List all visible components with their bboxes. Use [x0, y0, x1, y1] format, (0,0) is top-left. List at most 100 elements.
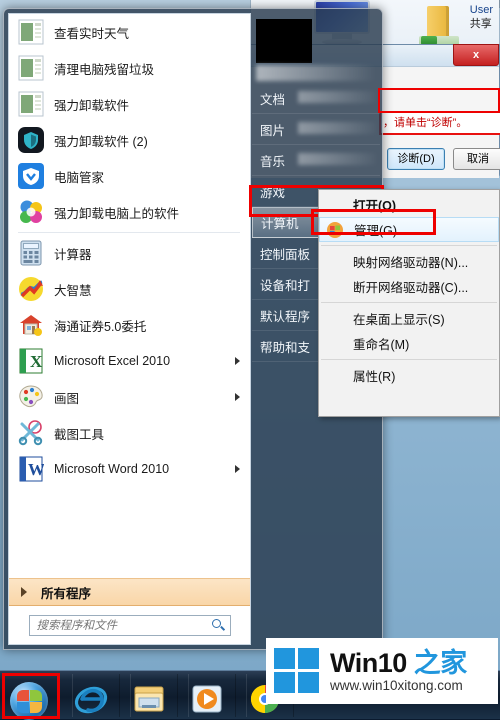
chevron-right-icon: [235, 357, 240, 365]
divider: [18, 232, 240, 233]
all-programs-button[interactable]: 所有程序: [9, 578, 250, 606]
program-item-label: 清理电脑残留垃圾: [54, 62, 155, 77]
program-item[interactable]: 画图: [9, 379, 250, 415]
user-name-blurred: [256, 65, 376, 81]
pc-manager-icon: [18, 163, 44, 189]
desktop-background: User 共享 x ，请单击“诊断”。 诊断(D) 取消 查看实时天气 清理电脑残…: [0, 0, 500, 719]
paint-palette-icon: [18, 384, 44, 410]
window-tile-icon: [18, 55, 44, 81]
places-item-label: 文档: [260, 92, 286, 107]
program-item[interactable]: W Microsoft Word 2010: [9, 451, 250, 487]
places-item-label: 音乐: [260, 154, 286, 169]
program-item[interactable]: 清理电脑残留垃圾: [9, 50, 250, 86]
aliwangwang-icon: [18, 492, 44, 496]
window-tile-icon: [18, 19, 44, 45]
stock-arrow-icon: [18, 276, 44, 302]
program-item-label: 大智慧: [54, 283, 92, 298]
places-item[interactable]: 音乐: [252, 145, 380, 176]
program-list[interactable]: 查看实时天气清理电脑残留垃圾 强力卸载软件强力卸载软件 (2) 电脑管家强力卸载电脑…: [9, 14, 250, 496]
search-input[interactable]: [34, 616, 205, 635]
window-tile-icon: [18, 91, 44, 117]
taskbar-item-explorer[interactable]: [130, 674, 178, 717]
svg-text:X: X: [30, 352, 43, 371]
watermark-url: www.win10xitong.com: [330, 678, 463, 693]
house-icon: [18, 312, 44, 338]
places-item[interactable]: 图片: [252, 114, 380, 145]
program-item-label: 强力卸载电脑上的软件: [54, 206, 180, 221]
taskbar-item-wmp[interactable]: [188, 674, 236, 717]
menu-divider: [321, 245, 497, 246]
program-item[interactable]: 阿里旺旺2014: [9, 487, 250, 496]
colorful-petals-icon: [18, 199, 44, 225]
start-button[interactable]: [0, 676, 54, 720]
program-item[interactable]: 大智慧: [9, 271, 250, 307]
places-item-label: 图片: [260, 123, 286, 138]
search-icon: [211, 618, 225, 631]
context-menu-item[interactable]: 重命名(M): [319, 331, 499, 356]
context-menu-item-label: 在桌面上显示(S): [353, 313, 445, 327]
windows-logo-icon: [274, 648, 320, 694]
program-item-label: 强力卸载软件 (2): [54, 134, 148, 149]
svg-text:W: W: [28, 460, 44, 479]
places-item-label: 计算机: [261, 217, 299, 231]
context-menu-item[interactable]: 打开(O): [319, 192, 499, 217]
close-icon[interactable]: x: [453, 44, 499, 66]
windows-orb-icon: [10, 682, 48, 720]
places-item-label: 游戏: [260, 185, 286, 200]
cancel-button[interactable]: 取消: [453, 148, 500, 170]
places-item-label: 帮助和支: [260, 340, 311, 355]
program-item-label: 海通证券5.0委托: [54, 319, 147, 334]
program-item[interactable]: 强力卸载软件 (2): [9, 122, 250, 158]
search-area: [9, 606, 250, 644]
diagnose-button[interactable]: 诊断(D): [387, 148, 445, 170]
context-menu-item-label: 管理(G): [354, 224, 398, 238]
windows-media-player-icon: [192, 685, 222, 713]
taskbar-item-ie[interactable]: [72, 674, 120, 717]
context-menu-item-label: 打开(O): [353, 199, 397, 213]
word-icon: W: [18, 456, 45, 482]
program-item[interactable]: 电脑管家: [9, 158, 250, 194]
chevron-right-icon: [21, 587, 27, 597]
windows-explorer-icon: [134, 686, 164, 712]
program-item-label: 截图工具: [54, 427, 105, 442]
search-box[interactable]: [28, 614, 231, 636]
calculator-icon: [18, 240, 44, 266]
context-menu-item-label: 映射网络驱动器(N)...: [353, 256, 469, 270]
chevron-right-icon: [235, 465, 240, 473]
program-item[interactable]: 强力卸载电脑上的软件: [9, 194, 250, 230]
background-window-labels: User 共享: [470, 4, 493, 31]
context-menu-item[interactable]: 断开网络驱动器(C)...: [319, 274, 499, 299]
computer-context-menu[interactable]: 打开(O) 管理(G) 映射网络驱动器(N)... 断开网络驱动器(C)... 在桌面上…: [318, 189, 500, 417]
program-item[interactable]: X Microsoft Excel 2010: [9, 343, 250, 379]
program-item-label: 查看实时天气: [54, 26, 130, 41]
program-item-label: 计算器: [54, 247, 92, 262]
program-item[interactable]: 截图工具: [9, 415, 250, 451]
program-item-label: 电脑管家: [54, 170, 105, 185]
menu-divider: [321, 359, 497, 360]
program-item[interactable]: 海通证券5.0委托: [9, 307, 250, 343]
program-item-label: 强力卸载软件: [54, 98, 130, 113]
context-menu-item[interactable]: 管理(G): [319, 217, 499, 242]
start-menu-programs-panel: 查看实时天气清理电脑残留垃圾 强力卸载软件强力卸载软件 (2) 电脑管家强力卸载电脑…: [8, 13, 251, 645]
excel-icon: X: [18, 348, 44, 374]
context-menu-item[interactable]: 映射网络驱动器(N)...: [319, 249, 499, 274]
internet-explorer-icon: [74, 686, 108, 714]
avatar[interactable]: [256, 19, 312, 63]
scissors-icon: [18, 420, 44, 446]
places-item[interactable]: 文档: [252, 83, 380, 114]
shield-black-icon: [18, 127, 44, 153]
context-menu-item[interactable]: 属性(R): [319, 363, 499, 388]
places-item-label: 控制面板: [260, 247, 311, 262]
program-item[interactable]: 查看实时天气: [9, 14, 250, 50]
watermark-brand: Win10 之家: [330, 648, 467, 678]
watermark: Win10 之家 www.win10xitong.com: [266, 638, 498, 704]
places-item-label: 默认程序: [260, 309, 311, 324]
context-menu-item[interactable]: 在桌面上显示(S): [319, 306, 499, 331]
user-label: User: [469, 4, 493, 16]
chevron-right-icon: [235, 393, 240, 401]
all-programs-label: 所有程序: [41, 586, 92, 601]
menu-divider: [321, 302, 497, 303]
program-item[interactable]: 计算器: [9, 235, 250, 271]
context-menu-item-label: 属性(R): [353, 370, 396, 384]
program-item[interactable]: 强力卸载软件: [9, 86, 250, 122]
